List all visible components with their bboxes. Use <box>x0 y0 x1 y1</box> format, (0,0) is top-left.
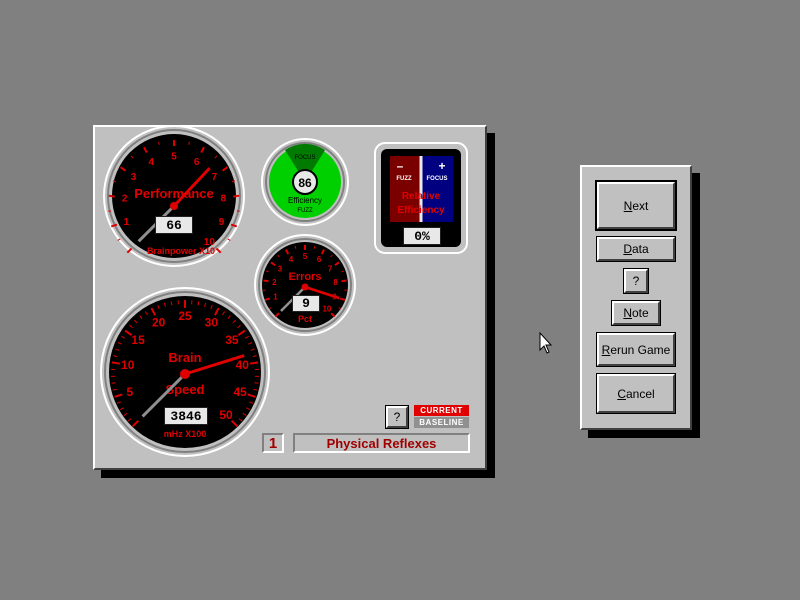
plus-sign: + <box>438 159 445 173</box>
errors-tick-label: 7 <box>328 265 333 274</box>
brain-speed-tick-label: 30 <box>205 316 219 330</box>
performance-tick-label: 2 <box>122 194 128 205</box>
brain-speed-tick <box>250 361 259 365</box>
legend-current: CURRENT <box>414 405 469 416</box>
performance-readout: 66 <box>155 216 193 234</box>
performance-tick-label: 8 <box>221 194 227 205</box>
errors-tick <box>313 246 316 249</box>
next-button-accel: N <box>623 198 633 213</box>
errors-tick <box>341 279 347 283</box>
rerun-button-label: erun Game <box>610 342 671 357</box>
brain-speed-tick-label: 5 <box>126 385 133 399</box>
brain-speed-tick-label: 45 <box>233 385 247 399</box>
errors-tick <box>294 246 297 249</box>
rerun-button-accel: R <box>601 342 611 357</box>
dashboard-help-button[interactable]: ? <box>385 405 409 429</box>
cancel-button[interactable]: Cancel <box>596 373 676 414</box>
brain-speed-tick-label: 40 <box>236 358 250 372</box>
efficiency-gauge: FOCUS 86 Efficiency FUZZ <box>261 138 349 226</box>
brain-speed-tick <box>254 382 259 384</box>
data-button-label: ata <box>631 242 649 256</box>
performance-gauge: 1234 5 678910 Performance Brainpower X10 <box>103 125 245 267</box>
performance-subtitle: Brainpower X10 <box>147 246 215 256</box>
side-help-button[interactable]: ? <box>623 268 649 294</box>
next-button-label: ext <box>632 198 649 213</box>
brain-speed-needle-hub <box>180 369 190 379</box>
relative-title-line2: Efficiency <box>397 205 445 216</box>
minus-sign: – <box>397 159 404 173</box>
note-button-label: ote <box>631 306 649 320</box>
efficiency-fuzz-label: FUZZ <box>297 208 313 214</box>
performance-tick <box>158 141 160 145</box>
brain-speed-tick-label: 35 <box>225 333 239 347</box>
data-button-accel: D <box>623 242 632 256</box>
game-name: Physical Reflexes <box>293 433 470 453</box>
errors-tick-label: 10 <box>322 305 331 314</box>
performance-tick-label: 1 <box>124 217 130 228</box>
errors-tick-label: 5 <box>303 252 308 261</box>
errors-tick-label: 8 <box>333 278 338 287</box>
brain-speed-tick-label: 25 <box>178 309 192 323</box>
rerun-game-button[interactable]: Rerun Game <box>596 332 676 367</box>
next-button[interactable]: Next <box>595 180 677 231</box>
note-button[interactable]: Note <box>611 300 661 326</box>
performance-tick-label: 9 <box>219 217 225 228</box>
errors-needle-hub <box>301 283 309 291</box>
brain-speed-tick-label: 15 <box>131 333 145 347</box>
errors-subtitle: Pct <box>298 314 312 324</box>
errors-tick-label: 1 <box>273 292 278 301</box>
brain-speed-tick-label: 20 <box>152 316 166 330</box>
errors-tick-label: 3 <box>278 265 283 274</box>
performance-tick-label: 7 <box>212 172 218 183</box>
brain-speed-tick-label: 50 <box>219 408 233 422</box>
performance-needle-hub <box>170 202 178 210</box>
focus-label: FOCUS <box>427 176 448 182</box>
performance-tick-label: 4 <box>149 157 155 168</box>
performance-tick-label: 3 <box>131 172 137 183</box>
relative-efficiency-readout: 0% <box>403 227 441 245</box>
errors-gauge: 1 2345678 910 Errors Pct <box>254 234 356 336</box>
brain-speed-subtitle: mHz X100 <box>164 429 207 439</box>
brain-speed-title-line1: Brain <box>168 350 201 365</box>
performance-tick-label: 5 <box>171 152 177 163</box>
errors-tick-label: 6 <box>317 255 322 264</box>
errors-tick-label: 4 <box>289 255 294 264</box>
performance-tick-label: 6 <box>194 157 200 168</box>
cancel-button-label: ancel <box>625 386 655 401</box>
brain-speed-tick <box>111 361 120 365</box>
data-button[interactable]: Data <box>596 236 676 262</box>
game-number: 1 <box>262 433 284 453</box>
brain-speed-readout: 3846 <box>164 407 208 425</box>
efficiency-readout: 86 <box>298 176 312 190</box>
brain-speed-tick <box>111 382 116 384</box>
cancel-button-accel: C <box>617 386 626 401</box>
performance-tick <box>108 194 115 198</box>
brain-speed-gauge: 5101520 25 3035404550 Brain Speed mHz X100 <box>100 287 270 457</box>
fuzz-label: FUZZ <box>396 176 412 182</box>
efficiency-title: Efficiency <box>288 196 322 205</box>
mouse-pointer-icon <box>539 331 553 354</box>
errors-tick-label: 2 <box>272 278 277 287</box>
note-button-accel: N <box>623 306 632 320</box>
errors-tick <box>263 279 269 283</box>
brain-speed-tick-label: 10 <box>121 358 135 372</box>
errors-title: Errors <box>288 271 321 283</box>
relative-title-line1: Relative <box>402 191 441 202</box>
legend-baseline: BASELINE <box>414 417 469 428</box>
performance-title: Performance <box>134 186 213 201</box>
performance-tick <box>188 141 190 145</box>
efficiency-focus-label: FOCUS <box>295 155 316 161</box>
performance-tick <box>233 194 240 198</box>
errors-readout: 9 <box>292 295 320 312</box>
